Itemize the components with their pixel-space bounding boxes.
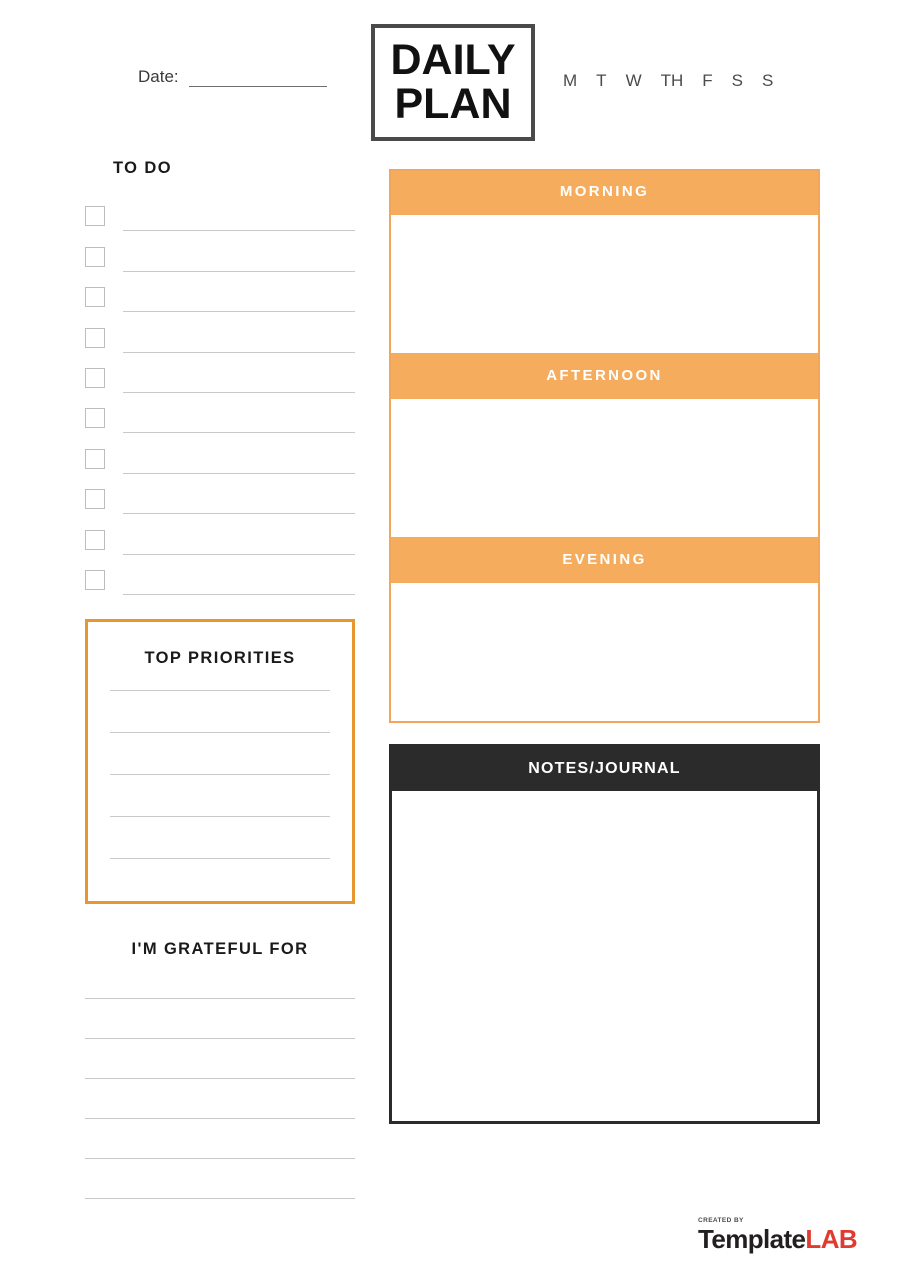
- weekday-saturday[interactable]: S: [732, 71, 743, 91]
- todo-item[interactable]: [85, 231, 355, 272]
- todo-item[interactable]: [85, 433, 355, 474]
- page-header: Date: DAILY PLAN M T W TH F S S: [0, 0, 905, 152]
- todo-item[interactable]: [85, 272, 355, 313]
- schedule-slot-body-evening[interactable]: [391, 581, 818, 721]
- weekday-friday[interactable]: F: [702, 71, 712, 91]
- weekday-sunday[interactable]: S: [762, 71, 773, 91]
- todo-input-line[interactable]: [123, 432, 355, 434]
- right-column: MORNING AFTERNOON EVENING NOTES/JOURNAL: [389, 169, 820, 1124]
- weekday-monday[interactable]: M: [563, 71, 577, 91]
- weekday-selector[interactable]: M T W TH F S S: [563, 71, 773, 91]
- grateful-input-line[interactable]: [85, 1157, 355, 1159]
- todo-input-line[interactable]: [123, 472, 355, 474]
- schedule-slot-header-morning: MORNING: [391, 171, 818, 213]
- grateful-input-line[interactable]: [85, 1077, 355, 1079]
- todo-item[interactable]: [85, 393, 355, 434]
- todo-input-line[interactable]: [123, 553, 355, 555]
- date-field-row: Date:: [138, 68, 327, 87]
- page-title-line-1: DAILY: [390, 35, 516, 84]
- date-label: Date:: [138, 67, 179, 86]
- priority-input-line[interactable]: [110, 815, 330, 817]
- todo-item[interactable]: [85, 312, 355, 353]
- todo-item[interactable]: [85, 474, 355, 515]
- date-input-line[interactable]: [188, 86, 327, 87]
- checkbox-icon[interactable]: [85, 367, 105, 388]
- priority-input-line[interactable]: [110, 857, 330, 859]
- checkbox-icon[interactable]: [85, 206, 105, 227]
- schedule-slot-header-afternoon: AFTERNOON: [391, 355, 818, 397]
- schedule-slot-body-afternoon[interactable]: [391, 397, 818, 539]
- priority-input-line[interactable]: [110, 731, 330, 733]
- grateful-input-line[interactable]: [85, 997, 355, 999]
- weekday-thursday[interactable]: TH: [661, 71, 684, 91]
- todo-list: [85, 191, 355, 595]
- checkbox-icon[interactable]: [85, 529, 105, 550]
- grateful-list: [85, 997, 355, 1199]
- top-priorities-panel: TOP PRIORITIES: [85, 618, 355, 904]
- grateful-input-line[interactable]: [85, 1197, 355, 1199]
- checkbox-icon[interactable]: [85, 489, 105, 510]
- checkbox-icon[interactable]: [85, 287, 105, 308]
- todo-item[interactable]: [85, 191, 355, 232]
- checkbox-icon[interactable]: [85, 327, 105, 348]
- page-title: DAILY PLAN: [371, 24, 535, 141]
- notes-journal-textarea[interactable]: [392, 791, 817, 1121]
- todo-item[interactable]: [85, 555, 355, 595]
- grateful-input-line[interactable]: [85, 1037, 355, 1039]
- todo-section-title: TO DO: [113, 159, 172, 177]
- checkbox-icon[interactable]: [85, 569, 105, 590]
- notes-journal-panel: NOTES/JOURNAL: [389, 744, 820, 1124]
- checkbox-icon[interactable]: [85, 448, 105, 469]
- todo-input-line[interactable]: [123, 311, 355, 313]
- todo-item[interactable]: [85, 353, 355, 393]
- schedule-slot-header-evening: EVENING: [391, 539, 818, 581]
- todo-input-line[interactable]: [123, 391, 355, 393]
- todo-input-line[interactable]: [123, 230, 355, 232]
- weekday-wednesday[interactable]: W: [626, 71, 642, 91]
- brand-wordmark: TemplateLAB: [698, 1223, 858, 1254]
- todo-input-line[interactable]: [123, 351, 355, 353]
- todo-input-line[interactable]: [123, 593, 355, 595]
- grateful-input-line[interactable]: [85, 1117, 355, 1119]
- todo-input-line[interactable]: [123, 270, 355, 272]
- checkbox-icon[interactable]: [85, 246, 105, 267]
- priority-input-line[interactable]: [110, 773, 330, 775]
- checkbox-icon[interactable]: [85, 408, 105, 429]
- page-title-line-2: PLAN: [394, 79, 512, 128]
- top-priorities-list: [110, 689, 330, 859]
- schedule-slot-body-morning[interactable]: [391, 213, 818, 355]
- grateful-section-title: I'M GRATEFUL FOR: [131, 939, 309, 958]
- top-priorities-title: TOP PRIORITIES: [144, 648, 296, 667]
- priority-input-line[interactable]: [110, 689, 330, 691]
- todo-input-line[interactable]: [123, 513, 355, 515]
- templatelab-logo: CREATED BY TemplateLAB: [698, 1217, 858, 1254]
- brand-name-template: Template: [698, 1223, 806, 1254]
- brand-name-lab: LAB: [805, 1223, 858, 1254]
- todo-item[interactable]: [85, 514, 355, 555]
- left-column: TO DO TOP PRIORITIES I'M GRATEFUL FOR: [85, 152, 355, 1199]
- weekday-tuesday[interactable]: T: [596, 71, 606, 91]
- notes-journal-title: NOTES/JOURNAL: [392, 747, 817, 791]
- schedule-panel: MORNING AFTERNOON EVENING: [389, 169, 820, 723]
